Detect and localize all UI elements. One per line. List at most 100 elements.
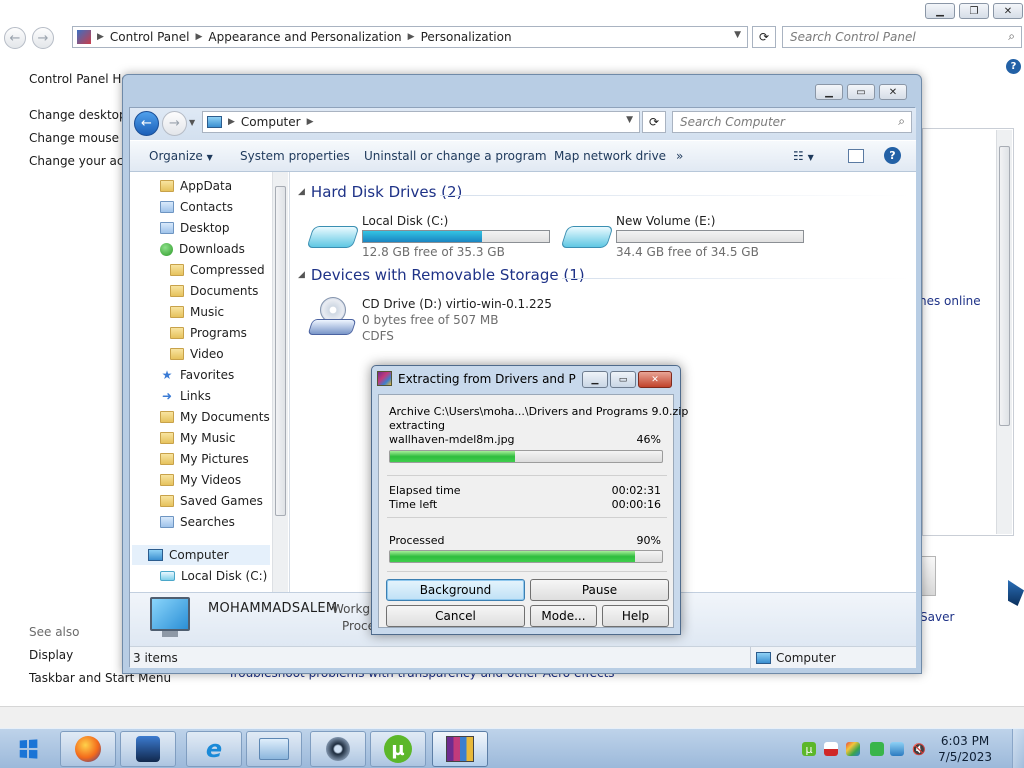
drive-new-volume-e[interactable]: New Volume (E:) 34.4 GB free of 34.5 GB: [560, 214, 824, 260]
close-button[interactable]: ✕: [993, 3, 1023, 19]
get-more-themes-link[interactable]: nes online: [919, 294, 981, 308]
nav-item-my-documents[interactable]: My Documents: [160, 407, 270, 427]
breadcrumb-item[interactable]: Personalization: [421, 30, 512, 44]
control-panel-address-bar: ← → ▶ Control Panel ▶ Appearance and Per…: [0, 26, 1024, 52]
winrar-taskbar-button[interactable]: [432, 731, 488, 767]
control-panel-icon: [77, 30, 91, 44]
breadcrumb-item[interactable]: Control Panel: [110, 30, 190, 44]
nav-item-saved-games[interactable]: Saved Games: [160, 491, 263, 511]
cd-drive-icon: [307, 297, 357, 339]
current-file: wallhaven-mdel8m.jpg: [389, 433, 515, 446]
breadcrumb-item[interactable]: Computer: [241, 115, 301, 129]
nav-item-links[interactable]: ➜ Links: [160, 386, 211, 406]
nav-item-video[interactable]: Video: [170, 344, 224, 364]
downloads-icon: [160, 242, 173, 256]
file-explorer-taskbar-button[interactable]: [246, 731, 302, 767]
start-button[interactable]: [6, 732, 50, 766]
firefox-taskbar-button[interactable]: [60, 731, 116, 767]
nav-item-my-pictures[interactable]: My Pictures: [160, 449, 249, 469]
refresh-icon[interactable]: ⟳: [642, 111, 666, 133]
minimize-button[interactable]: ▁: [815, 84, 843, 100]
change-desktop-icons-link[interactable]: Change desktop i: [29, 108, 134, 122]
refresh-icon[interactable]: ⟳: [752, 26, 776, 48]
nav-item-favorites[interactable]: ★ Favorites: [160, 365, 235, 385]
clock[interactable]: 6:03 PM 7/5/2023: [938, 733, 992, 765]
mode-button[interactable]: Mode...: [530, 605, 597, 627]
pictures-icon: [160, 453, 174, 465]
close-button[interactable]: ✕: [638, 371, 672, 388]
chevron-down-icon[interactable]: ▼: [626, 115, 633, 125]
webcam-taskbar-button[interactable]: [310, 731, 366, 767]
drive-cd-d[interactable]: CD Drive (D:) virtio-win-0.1.225 0 bytes…: [307, 297, 610, 343]
drive-local-disk-c[interactable]: Local Disk (C:) 12.8 GB free of 35.3 GB: [306, 214, 570, 260]
back-icon[interactable]: ←: [134, 111, 159, 136]
close-button[interactable]: ✕: [879, 84, 907, 100]
nav-item-downloads[interactable]: Downloads: [160, 239, 245, 259]
utorrent-taskbar-button[interactable]: µ: [370, 731, 426, 767]
nav-item-computer[interactable]: Computer: [132, 545, 270, 565]
navigation-scrollbar[interactable]: [272, 172, 288, 592]
help-button[interactable]: Help: [602, 605, 669, 627]
restore-button[interactable]: ❐: [959, 3, 989, 19]
help-icon[interactable]: ?: [1006, 59, 1021, 74]
nav-item-searches[interactable]: Searches: [160, 512, 235, 532]
preview-pane-icon[interactable]: [848, 149, 864, 163]
computer-icon: [148, 549, 163, 561]
workgroup-label: Workgr: [332, 602, 375, 616]
group-header-hard-disks[interactable]: ◢ Hard Disk Drives (2): [298, 183, 462, 201]
nav-item-compressed[interactable]: Compressed: [170, 260, 265, 280]
nav-item-local-disk[interactable]: Local Disk (C:): [160, 566, 267, 586]
chevron-down-icon[interactable]: ▼: [734, 30, 741, 40]
system-properties-button[interactable]: System properties: [240, 149, 350, 163]
chat-icon[interactable]: [870, 742, 884, 756]
breadcrumb-item[interactable]: Appearance and Personalization: [208, 30, 401, 44]
uninstall-program-button[interactable]: Uninstall or change a program: [364, 149, 547, 163]
screen-saver-link[interactable]: Saver: [920, 610, 954, 624]
maximize-button[interactable]: ▭: [610, 371, 636, 388]
back-icon[interactable]: ←: [4, 27, 26, 49]
minimize-button[interactable]: ▁: [925, 3, 955, 19]
network-icon[interactable]: [890, 742, 904, 756]
forward-icon[interactable]: →: [162, 111, 187, 136]
pause-button[interactable]: Pause: [530, 579, 669, 601]
map-network-drive-button[interactable]: Map network drive: [554, 149, 666, 163]
group-header-removable[interactable]: ◢ Devices with Removable Storage (1): [298, 266, 585, 284]
control-panel-search-input[interactable]: Search Control Panel ⌕: [782, 26, 1022, 48]
nav-item-my-videos[interactable]: My Videos: [160, 470, 241, 490]
cancel-button[interactable]: Cancel: [386, 605, 525, 627]
themes-scrollbar[interactable]: [996, 130, 1012, 534]
nav-item-my-music[interactable]: My Music: [160, 428, 235, 448]
more-commands-button[interactable]: »: [676, 149, 683, 163]
nav-item-programs[interactable]: Programs: [170, 323, 247, 343]
organize-button[interactable]: Organize ▼: [149, 149, 213, 163]
security-shield-icon[interactable]: [824, 742, 838, 756]
nav-item-documents[interactable]: Documents: [170, 281, 258, 301]
maximize-button[interactable]: ▭: [847, 84, 875, 100]
nav-item-contacts[interactable]: Contacts: [160, 197, 233, 217]
media-player-taskbar-button[interactable]: [120, 731, 176, 767]
explorer-breadcrumb[interactable]: ▶ Computer ▶ ▼: [202, 111, 640, 133]
forward-icon[interactable]: →: [32, 27, 54, 49]
minimize-button[interactable]: ▁: [582, 371, 608, 388]
change-view-icon[interactable]: ☷ ▼: [793, 149, 814, 163]
background-button[interactable]: Background: [386, 579, 525, 601]
link-icon: ➜: [161, 389, 173, 403]
nav-item-appdata[interactable]: AppData: [160, 176, 232, 196]
nav-item-music[interactable]: Music: [170, 302, 224, 322]
videos-icon: [160, 474, 174, 486]
timeleft-value: 00:00:16: [611, 498, 661, 511]
utorrent-tray-icon[interactable]: µ: [802, 742, 816, 756]
search-icon: ⌕: [898, 114, 905, 128]
firefox-icon: [75, 736, 101, 762]
action-center-icon[interactable]: [846, 742, 860, 756]
extraction-dialog: Extracting from Drivers and Pro... ▁ ▭ ✕…: [371, 365, 688, 635]
control-panel-breadcrumb[interactable]: ▶ Control Panel ▶ Appearance and Persona…: [72, 26, 748, 48]
display-link[interactable]: Display: [29, 648, 73, 662]
help-icon[interactable]: ?: [884, 147, 901, 164]
nav-item-desktop[interactable]: Desktop: [160, 218, 230, 238]
internet-explorer-taskbar-button[interactable]: e: [186, 731, 242, 767]
recent-pages-chevron-icon[interactable]: ▼: [189, 118, 195, 127]
show-desktop-button[interactable]: [1012, 729, 1024, 768]
volume-muted-icon[interactable]: 🔇: [912, 742, 926, 756]
explorer-search-input[interactable]: Search Computer ⌕: [672, 111, 912, 133]
